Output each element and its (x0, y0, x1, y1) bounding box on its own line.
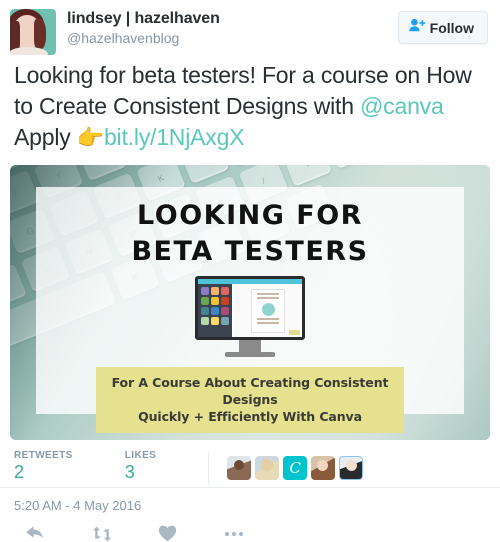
reply-icon (24, 525, 44, 542)
reply-button[interactable] (24, 525, 91, 542)
monitor-neck (239, 340, 261, 352)
tweet-text: Looking for beta testers! For a course o… (0, 54, 500, 153)
retweets-stat[interactable]: RETWEETS 2 (14, 450, 73, 483)
editor-document (251, 288, 285, 333)
media-yellow-banner: For A Course About Creating Consistent D… (96, 367, 404, 433)
liker-avatar-1[interactable] (227, 456, 252, 480)
follow-button[interactable]: Follow (397, 11, 488, 44)
avatar-hair-right (34, 19, 46, 49)
retweets-value: 2 (14, 462, 25, 482)
banner-line2: Quickly + Efficiently With Canva (138, 409, 362, 424)
mention-link[interactable]: @canva (360, 93, 444, 119)
tweet-text-part2: Apply (14, 124, 77, 150)
liker-avatar-4[interactable] (311, 456, 336, 480)
monitor-graphic (195, 276, 305, 357)
tweet-header: lindsey | hazelhaven @hazelhavenblog Fol… (0, 0, 500, 55)
canva-logo-letter: C (289, 458, 301, 477)
more-button[interactable] (225, 525, 292, 542)
media-headline-line1: LOOKING FOR (137, 200, 363, 231)
canva-avatar[interactable]: C (283, 456, 308, 480)
tweet-timestamp[interactable]: 5:20 AM - 4 May 2016 (0, 488, 500, 513)
liker-avatar-2[interactable] (255, 456, 280, 480)
monitor-screen (195, 276, 305, 340)
retweet-button[interactable] (91, 525, 158, 542)
media-headline-line2: BETA TESTERS (131, 236, 369, 267)
media-content-panel: LOOKING FOR BETA TESTERS For A Course Ab… (36, 187, 464, 433)
likes-label: LIKES (124, 450, 157, 461)
user-handle: @hazelhavenblog (67, 29, 180, 46)
person-plus-icon (408, 18, 425, 37)
liker-avatar-5[interactable] (339, 456, 364, 480)
tweet-url-link[interactable]: bit.ly/1NjAxgX (104, 124, 245, 150)
avatar[interactable] (10, 9, 56, 55)
avatar-shoulders (10, 47, 48, 55)
tweet-actions (0, 513, 500, 542)
retweet-icon (91, 526, 113, 542)
facepile: C (208, 452, 364, 484)
banner-line1: For A Course About Creating Consistent D… (111, 375, 389, 407)
follow-button-label: Follow (429, 19, 474, 36)
likes-stat[interactable]: LIKES 3 (125, 450, 156, 483)
tweet-stats: RETWEETS 2 LIKES 3 C (0, 440, 500, 488)
display-name: lindsey | hazelhaven (67, 10, 220, 27)
ellipsis-icon (225, 531, 243, 536)
retweets-label: RETWEETS (14, 450, 73, 461)
pointing-right-icon: 👉 (76, 125, 104, 150)
monitor-base (225, 352, 275, 357)
editor-sidebar (198, 284, 232, 337)
user-names: lindsey | hazelhaven @hazelhavenblog (67, 9, 220, 46)
likes-value: 3 (124, 462, 135, 482)
tweet-media-image[interactable]: ~1234567890-=⌫ ⇥QWERTYUIOP[]\ ⇪ASDFGHJKL… (10, 165, 490, 440)
editor-button (289, 330, 300, 335)
heart-icon (158, 525, 177, 542)
tweet-card: lindsey | hazelhaven @hazelhavenblog Fol… (0, 0, 500, 542)
like-button[interactable] (158, 525, 225, 542)
